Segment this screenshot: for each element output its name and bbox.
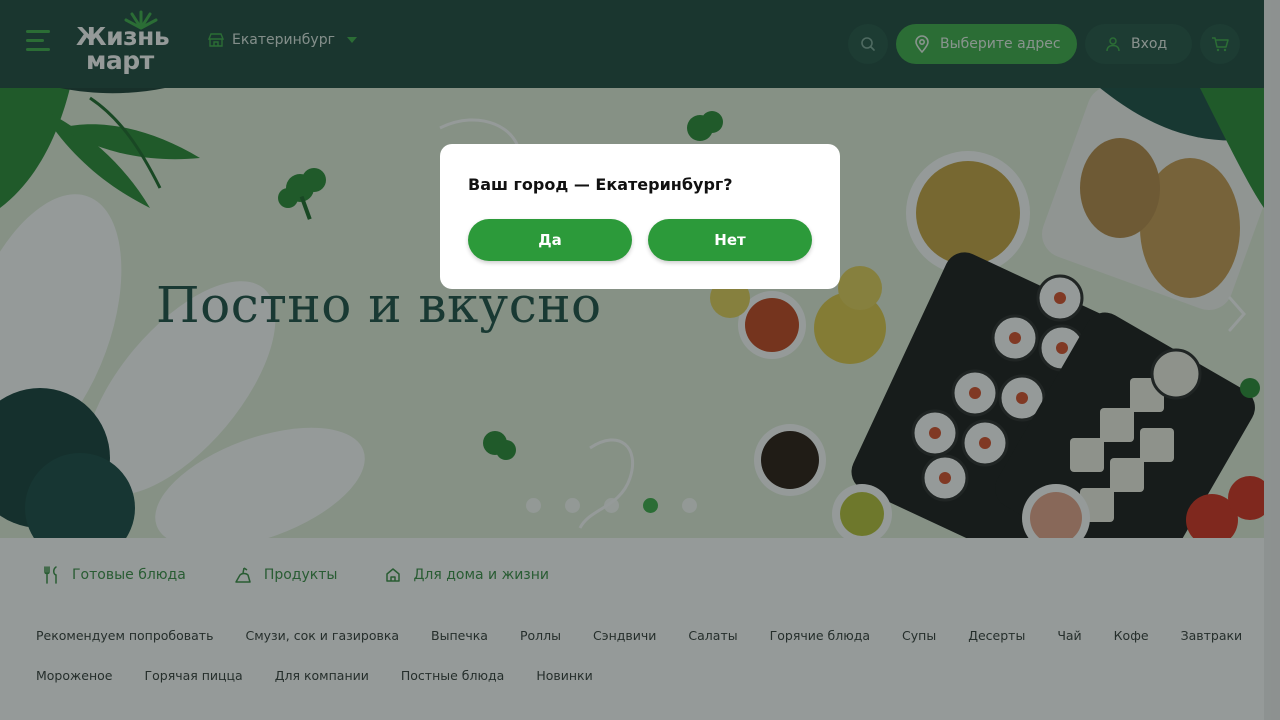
confirm-no-button[interactable]: Нет bbox=[648, 219, 812, 261]
modal-backdrop[interactable] bbox=[0, 0, 1280, 720]
city-confirm-dialog: Ваш город — Екатеринбург? Да Нет bbox=[440, 144, 840, 289]
confirm-yes-button[interactable]: Да bbox=[468, 219, 632, 261]
city-confirm-question: Ваш город — Екатеринбург? bbox=[468, 175, 733, 194]
